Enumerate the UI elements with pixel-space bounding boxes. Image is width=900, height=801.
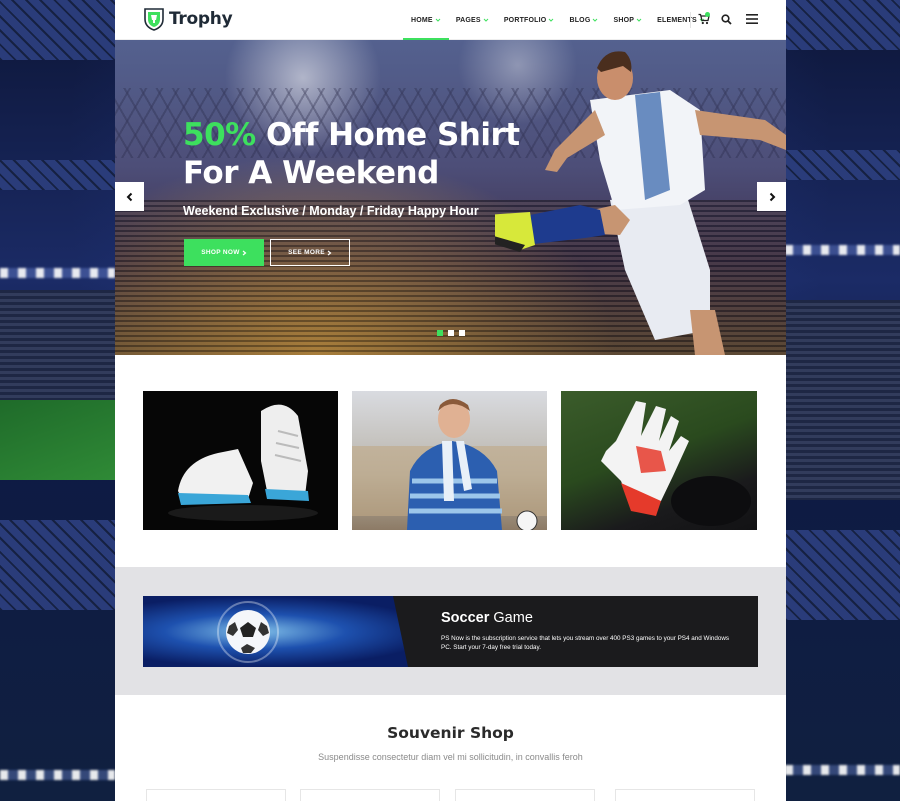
nav-label: SHOP — [613, 16, 635, 24]
product-card[interactable] — [146, 789, 286, 801]
chevron-right-icon — [327, 250, 332, 255]
nav-label: BLOG — [569, 16, 591, 24]
shop-now-label: SHOP NOW — [201, 249, 240, 256]
product-card[interactable] — [455, 789, 595, 801]
logo[interactable]: Trophy — [143, 7, 233, 31]
chevron-down-icon — [636, 18, 642, 22]
slider-dot-3[interactable] — [459, 330, 465, 336]
goalkeeper-gloves-image[interactable] — [561, 391, 757, 530]
fan-illustration — [352, 399, 547, 530]
soccer-player-image — [495, 51, 786, 355]
nav-label: HOME — [411, 16, 433, 24]
shop-now-button[interactable]: SHOP NOW — [184, 239, 264, 266]
slider-dot-1[interactable] — [437, 330, 443, 336]
football-boots-image[interactable] — [143, 391, 338, 530]
stadium-left-image — [0, 0, 115, 801]
soccer-ball-image — [143, 596, 438, 667]
hero-title-line2: For A Weekend — [183, 155, 439, 191]
banner-title: Soccer Game — [441, 610, 533, 626]
stadium-right-image — [785, 0, 900, 801]
hero-title-line1: Off Home Shirt — [255, 117, 520, 153]
chevron-down-icon — [483, 18, 489, 22]
see-more-button[interactable]: SEE MORE — [270, 239, 350, 266]
hero-slider: 50% Off Home Shirt For A Weekend Weekend… — [115, 40, 786, 355]
souvenir-subtitle: Suspendisse consectetur diam vel mi soll… — [318, 752, 583, 762]
banner-title-rest: Game — [489, 610, 533, 626]
see-more-label: SEE MORE — [288, 249, 325, 256]
page-container: Trophy HOME PAGES PORTFOLIO BLOG SHOP EL… — [115, 0, 786, 801]
chevron-down-icon — [549, 18, 554, 22]
nav-item-portfolio[interactable]: PORTFOLIO — [504, 0, 555, 40]
product-card[interactable] — [615, 789, 755, 801]
nav-label: PORTFOLIO — [503, 16, 547, 24]
trophy-shield-icon — [144, 8, 164, 31]
souvenir-title: Souvenir Shop — [387, 724, 514, 742]
chevron-right-icon — [769, 192, 775, 201]
slider-dot-2[interactable] — [448, 330, 454, 336]
site-header: Trophy HOME PAGES PORTFOLIO BLOG SHOP EL… — [115, 0, 786, 40]
hero-title-highlight: 50% — [183, 117, 256, 153]
soccer-ball-icon — [217, 596, 438, 667]
nav-label: PAGES — [455, 16, 481, 24]
gloves-illustration — [601, 401, 751, 526]
brand-name: Trophy — [169, 9, 233, 29]
banner-title-bold: Soccer — [441, 610, 490, 626]
slider-next-button[interactable] — [757, 182, 786, 211]
hero-subtitle: Weekend Exclusive / Monday / Friday Happ… — [183, 204, 479, 218]
chevron-down-icon — [593, 18, 598, 22]
hero-title: 50% Off Home Shirt For A Weekend — [183, 116, 520, 192]
promo-section: Soccer Game PS Now is the subscription s… — [115, 567, 786, 695]
slider-pagination — [437, 330, 465, 336]
search-icon[interactable] — [721, 14, 732, 25]
cart-badge — [705, 12, 710, 17]
menu-icon[interactable] — [746, 14, 758, 24]
chevron-right-icon — [242, 250, 247, 255]
main-nav: HOME PAGES PORTFOLIO BLOG SHOP ELEMENTS — [403, 0, 720, 40]
football-fan-image[interactable] — [352, 391, 547, 530]
slider-prev-button[interactable] — [115, 182, 144, 211]
nav-item-home[interactable]: HOME — [403, 0, 449, 40]
nav-item-blog[interactable]: BLOG — [569, 0, 598, 40]
boots-illustration — [168, 404, 318, 521]
soccer-game-banner[interactable]: Soccer Game PS Now is the subscription s… — [143, 596, 758, 667]
banner-description: PS Now is the subscription service that … — [441, 635, 730, 651]
nav-item-shop[interactable]: SHOP — [613, 0, 642, 40]
product-card[interactable] — [300, 789, 440, 801]
nav-divider — [690, 12, 691, 28]
chevron-down-icon — [435, 18, 441, 22]
nav-item-pages[interactable]: PAGES — [456, 0, 489, 40]
chevron-left-icon — [126, 192, 132, 201]
